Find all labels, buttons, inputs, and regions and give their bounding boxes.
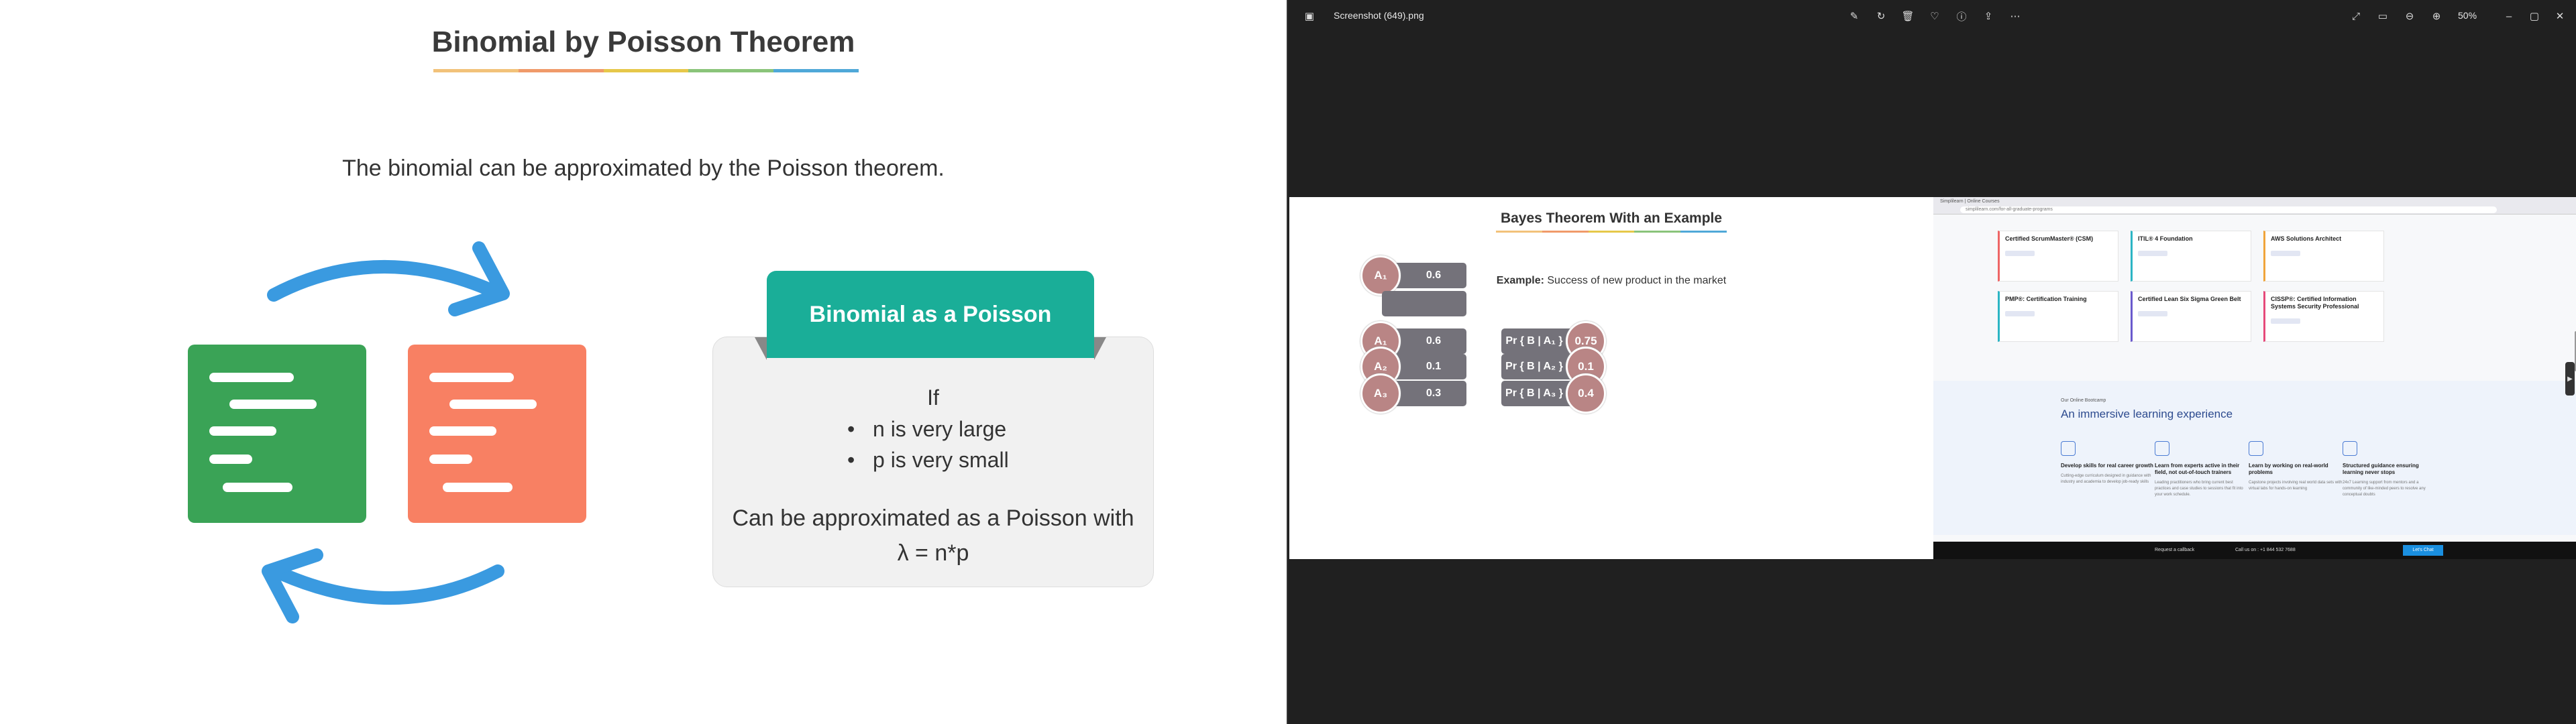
green-document-icon [188, 345, 366, 523]
feature-desc: Cutting-edge curriculum designed in guid… [2061, 474, 2151, 484]
course-title: Certified Lean Six Sigma Green Belt [2138, 296, 2241, 302]
side-panel-handle-icon[interactable]: ▶ [2565, 362, 2575, 396]
card-if: If [927, 385, 939, 410]
course-title: Certified ScrumMaster® (CSM) [2005, 235, 2094, 242]
slide: Binomial by Poisson Theorem The binomial… [0, 0, 1287, 724]
photo-viewer-window: ▣ Screenshot (649).png ✎ ↻ 🗑 ♡ ⓘ ⇪ ⋯ ⤢ ▭… [1287, 0, 2576, 724]
course-badge [2271, 318, 2300, 324]
course-title: ITIL® 4 Foundation [2138, 235, 2193, 242]
course-card: AWS Solutions Architect [2263, 231, 2384, 282]
feature-icon [2155, 441, 2169, 456]
feature-title: Learn by working on real-world problems [2249, 463, 2328, 475]
course-title: AWS Solutions Architect [2271, 235, 2342, 242]
close-icon[interactable]: ✕ [2552, 8, 2568, 24]
condition-item: n is very large [847, 414, 1009, 444]
viewer-toolbar: ▣ Screenshot (649).png ✎ ↻ 🗑 ♡ ⓘ ⇪ ⋯ ⤢ ▭… [1288, 0, 2576, 32]
maximize-icon[interactable]: ▢ [2526, 8, 2542, 24]
edit-image-icon[interactable]: ✎ [1846, 8, 1862, 24]
pr-a3-value: 0.4 [1566, 373, 1606, 414]
feature-desc: Capstone projects involving real world d… [2249, 481, 2343, 491]
feature-desc: 24x7 Learning support from mentors and a… [2343, 481, 2426, 497]
example-text: Success of new product in the market [1544, 275, 1727, 286]
condition-list: n is very large p is very small [847, 414, 1009, 475]
feature-item: Learn from experts active in their field… [2155, 441, 2249, 498]
feature-item: Structured guidance ensuring learning ne… [2343, 441, 2436, 498]
a1-circle: A₁ [1360, 255, 1401, 296]
course-badge [2138, 311, 2167, 316]
course-badge [2138, 251, 2167, 256]
a2-value-pill [1382, 291, 1466, 316]
bayes-title: Bayes Theorem With an Example [1500, 210, 1723, 226]
delete-icon[interactable]: 🗑 [1900, 8, 1916, 24]
bayes-title-underline [1496, 231, 1727, 233]
course-card: PMP®: Certification Training [1998, 291, 2118, 342]
course-badge [2271, 251, 2300, 256]
course-card: CISSP®: Certified Information Systems Se… [2263, 291, 2384, 342]
feature-title: Learn from experts active in their field… [2155, 463, 2240, 475]
browser-footer: Request a callback Call us on : +1 844 5… [1933, 542, 2576, 559]
fit-to-window-icon[interactable]: ▭ [2375, 8, 2391, 24]
zoom-level: 50% [2458, 10, 2477, 21]
feature-title: Develop skills for real career growth [2061, 463, 2153, 469]
browser-tab-title: Simplilearn | Online Courses [1940, 199, 2000, 204]
zoom-in-icon[interactable]: ⊕ [2428, 8, 2445, 24]
feature-icon [2061, 441, 2076, 456]
file-name: Screenshot (649).png [1334, 10, 1424, 21]
immersive-title: An immersive learning experience [2061, 408, 2233, 420]
favorite-icon[interactable]: ♡ [1927, 8, 1943, 24]
call-us-text: Call us on : +1 844 532 7688 [2235, 548, 2296, 552]
approximation-text: Can be approximated as a Poisson with λ … [713, 501, 1153, 570]
fullscreen-icon[interactable]: ⤢ [2348, 8, 2364, 24]
immersive-section: Our Online Bootcamp An immersive learnin… [1933, 381, 2576, 535]
rotate-icon[interactable]: ↻ [1873, 8, 1889, 24]
condition-item: p is very small [847, 444, 1009, 475]
chat-button: Let's Chat [2403, 545, 2443, 556]
share-icon[interactable]: ⇪ [1980, 8, 1996, 24]
immersive-eyebrow: Our Online Bootcamp [2061, 398, 2106, 403]
more-options-icon[interactable]: ⋯ [2007, 8, 2023, 24]
browser-url: simplilearn.com/for-all-graduate-program… [1960, 206, 2497, 213]
example-label: Example: [1496, 275, 1544, 286]
info-icon[interactable]: ⓘ [1953, 8, 1970, 24]
zoom-out-icon[interactable]: ⊖ [2402, 8, 2418, 24]
course-title: CISSP®: Certified Information Systems Se… [2271, 296, 2359, 310]
course-card: Certified Lean Six Sigma Green Belt [2131, 291, 2251, 342]
approx-line-1: Can be approximated as a Poisson with [732, 505, 1134, 531]
card-body: If n is very large p is very small Can b… [712, 337, 1154, 587]
course-badge [2005, 251, 2035, 256]
course-card: ITIL® 4 Foundation [2131, 231, 2251, 282]
displayed-screenshot: Bayes Theorem With an Example Example: S… [1289, 197, 2576, 559]
card-header: Binomial as a Poisson [767, 271, 1094, 358]
browser-screenshot: Simplilearn | Online Courses simplilearn… [1933, 197, 2576, 559]
course-title: PMP®: Certification Training [2005, 296, 2087, 302]
orange-document-icon [408, 345, 586, 523]
browser-chrome: Simplilearn | Online Courses simplilearn… [1933, 197, 2576, 215]
course-card: Certified ScrumMaster® (CSM) [1998, 231, 2118, 282]
course-badge [2005, 311, 2035, 316]
card-fold-left [755, 337, 767, 360]
bayes-slide: Bayes Theorem With an Example Example: S… [1289, 197, 1933, 559]
approx-line-2: λ = n*p [897, 540, 969, 566]
feature-desc: Leading practitioners who bring current … [2155, 481, 2243, 497]
feature-icon [2249, 441, 2263, 456]
card-fold-right [1094, 337, 1106, 360]
feature-icon [2343, 441, 2357, 456]
a3-circle: A₃ [1360, 373, 1401, 414]
app-icon: ▣ [1304, 11, 1315, 22]
callback-link: Request a callback [2155, 548, 2195, 552]
feature-title: Structured guidance ensuring learning ne… [2343, 463, 2419, 475]
feature-item: Develop skills for real career growth Cu… [2061, 441, 2155, 485]
minimize-icon[interactable]: – [2501, 8, 2517, 24]
feature-item: Learn by working on real-world problems … [2249, 441, 2343, 492]
